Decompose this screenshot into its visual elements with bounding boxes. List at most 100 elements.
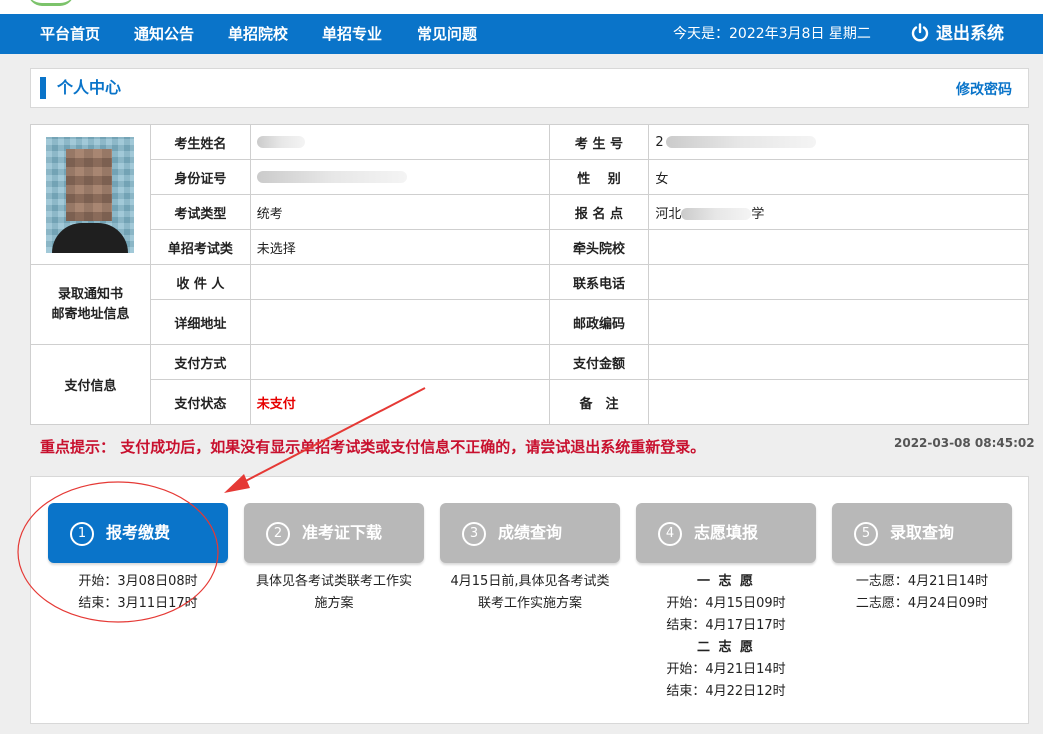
redacted-name [256,136,305,148]
lead-school-label: 牵头院校 [548,229,650,265]
step-3-line: 4月15日前,具体见各考试类 [450,574,610,589]
step-5-line: 一志愿：4月21日14时 [855,574,989,589]
payment-notice: 重点提示： 支付成功后，如果没有显示单招考试类或支付信息不正确的，请尝试退出系统… [40,436,705,457]
step-5-number: 5 [854,522,878,546]
server-timestamp: 2022-03-08 08:45:02 [894,436,1035,450]
top-logo-strip [0,0,1043,14]
logout-label: 退出系统 [936,24,1004,44]
step-3-desc: 4月15日前,具体见各考试类 联考工作实施方案 [440,571,620,615]
nav-majors[interactable]: 单招专业 [322,14,382,54]
step-5-desc: 一志愿：4月21日14时 二志愿：4月24日09时 [832,571,1012,615]
step-3: 3 成绩查询 4月15日前,具体见各考试类 联考工作实施方案 [440,503,620,615]
exam-type-label: 考试类型 [149,194,251,230]
step-1-number: 1 [70,522,94,546]
exam-no-label: 考 生 号 [548,124,650,160]
student-photo [46,136,135,253]
phone-label: 联系电话 [548,264,650,300]
single-exam-label: 单招考试类 [149,229,251,265]
pay-status-label: 支付状态 [149,379,251,425]
redacted-id [256,171,407,183]
step-4-heading: 一 志 愿 [696,574,756,589]
gender-label: 性 别 [548,159,650,195]
step-1-name: 报考缴费 [106,523,171,542]
step-2-line: 具体见各考试类联考工作实 [255,574,412,589]
pay-status-value: 未支付 [249,379,550,425]
notice-text: 支付成功后，如果没有显示单招考试类或支付信息不正确的，请尝试退出系统重新登录。 [120,438,706,456]
change-password-link[interactable]: 修改密码 [956,69,1012,111]
student-info-table: 考生姓名 考 生 号 2 身份证号 性 别 女 考试类型 统考 报 名 点 河北… [30,124,1029,425]
step-3-name: 成绩查询 [498,523,563,542]
logo-arc [28,0,74,6]
name-label: 考生姓名 [149,124,251,160]
site-prefix: 河北 [655,206,682,222]
nav-schools[interactable]: 单招院校 [228,14,288,54]
logout-button[interactable]: 退出系统 [910,14,1004,54]
personal-center-header: 个人中心 修改密码 [30,68,1029,108]
top-navbar: 平台首页 通知公告 单招院校 单招专业 常见问题 今天是：2022年3月8日 星… [0,14,1043,54]
step-4-line: 结束：4月17日17时 [666,618,786,633]
step-3-button[interactable]: 3 成绩查询 [440,503,620,563]
step-3-number: 3 [462,522,486,546]
step-4-desc: 一 志 愿 开始：4月15日09时 结束：4月17日17时 二 志 愿 开始：4… [636,571,816,703]
address-value [249,299,550,345]
step-2-button[interactable]: 2 准考证下载 [244,503,424,563]
step-4-line: 结束：4月22日12时 [666,684,786,699]
phone-value [648,264,1029,300]
postcode-label: 邮政编码 [548,299,650,345]
step-3-line: 联考工作实施方案 [477,596,582,611]
current-date: 今天是：2022年3月8日 星期二 [673,26,871,42]
recipient-label: 收 件 人 [149,264,251,300]
remark-value [648,379,1029,425]
mail-section-label: 录取通知书 邮寄地址信息 [30,264,151,345]
step-4-line: 开始：4月15日09时 [666,596,786,611]
step-2-number: 2 [266,522,290,546]
gender-value: 女 [648,159,1029,195]
title-accent-bar [40,77,46,99]
nav-home[interactable]: 平台首页 [40,14,100,54]
step-5-name: 录取查询 [890,523,955,542]
pay-section-label: 支付信息 [30,344,151,425]
site-value: 河北 学 [648,194,1029,230]
step-1-line: 开始：3月08日08时 [78,574,198,589]
notice-key: 重点提示： [40,438,116,456]
single-exam-value: 未选择 [249,229,550,265]
step-1: 1 报考缴费 开始：3月08日08时 结束：3月11日17时 [48,503,228,615]
postcode-value [648,299,1029,345]
exam-no-value: 2 [648,124,1029,160]
step-2-line: 施方案 [314,596,354,611]
id-value [249,159,550,195]
step-4: 4 志愿填报 一 志 愿 开始：4月15日09时 结束：4月17日17时 二 志… [636,503,816,703]
step-2: 2 准考证下载 具体见各考试类联考工作实 施方案 [244,503,424,615]
exam-no-visible: 2 [655,134,664,150]
step-4-line: 开始：4月21日14时 [666,662,786,677]
process-steps-panel: 1 报考缴费 开始：3月08日08时 结束：3月11日17时 2 准考证下载 具… [30,476,1029,724]
address-label: 详细地址 [149,299,251,345]
step-2-desc: 具体见各考试类联考工作实 施方案 [244,571,424,615]
lead-school-value [648,229,1029,265]
pay-amount-value [648,344,1029,380]
recipient-value [249,264,550,300]
step-4-heading: 二 志 愿 [696,640,756,655]
name-value [249,124,550,160]
step-4-name: 志愿填报 [694,523,759,542]
step-5-line: 二志愿：4月24日09时 [855,596,989,611]
power-icon [911,22,929,41]
step-1-button[interactable]: 1 报考缴费 [48,503,228,563]
remark-label: 备 注 [548,379,650,425]
step-1-line: 结束：3月11日17时 [78,596,198,611]
student-photo-cell [30,124,151,265]
redacted-exam-no [665,136,816,148]
exam-type-value: 统考 [249,194,550,230]
step-1-desc: 开始：3月08日08时 结束：3月11日17时 [48,571,228,615]
redacted-site [681,208,752,220]
step-4-button[interactable]: 4 志愿填报 [636,503,816,563]
pay-method-value [249,344,550,380]
step-5-button[interactable]: 5 录取查询 [832,503,1012,563]
id-label: 身份证号 [149,159,251,195]
pay-method-label: 支付方式 [149,344,251,380]
nav-notices[interactable]: 通知公告 [134,14,194,54]
nav-faq[interactable]: 常见问题 [417,14,477,54]
pay-amount-label: 支付金额 [548,344,650,380]
step-5: 5 录取查询 一志愿：4月21日14时 二志愿：4月24日09时 [832,503,1012,615]
site-label: 报 名 点 [548,194,650,230]
